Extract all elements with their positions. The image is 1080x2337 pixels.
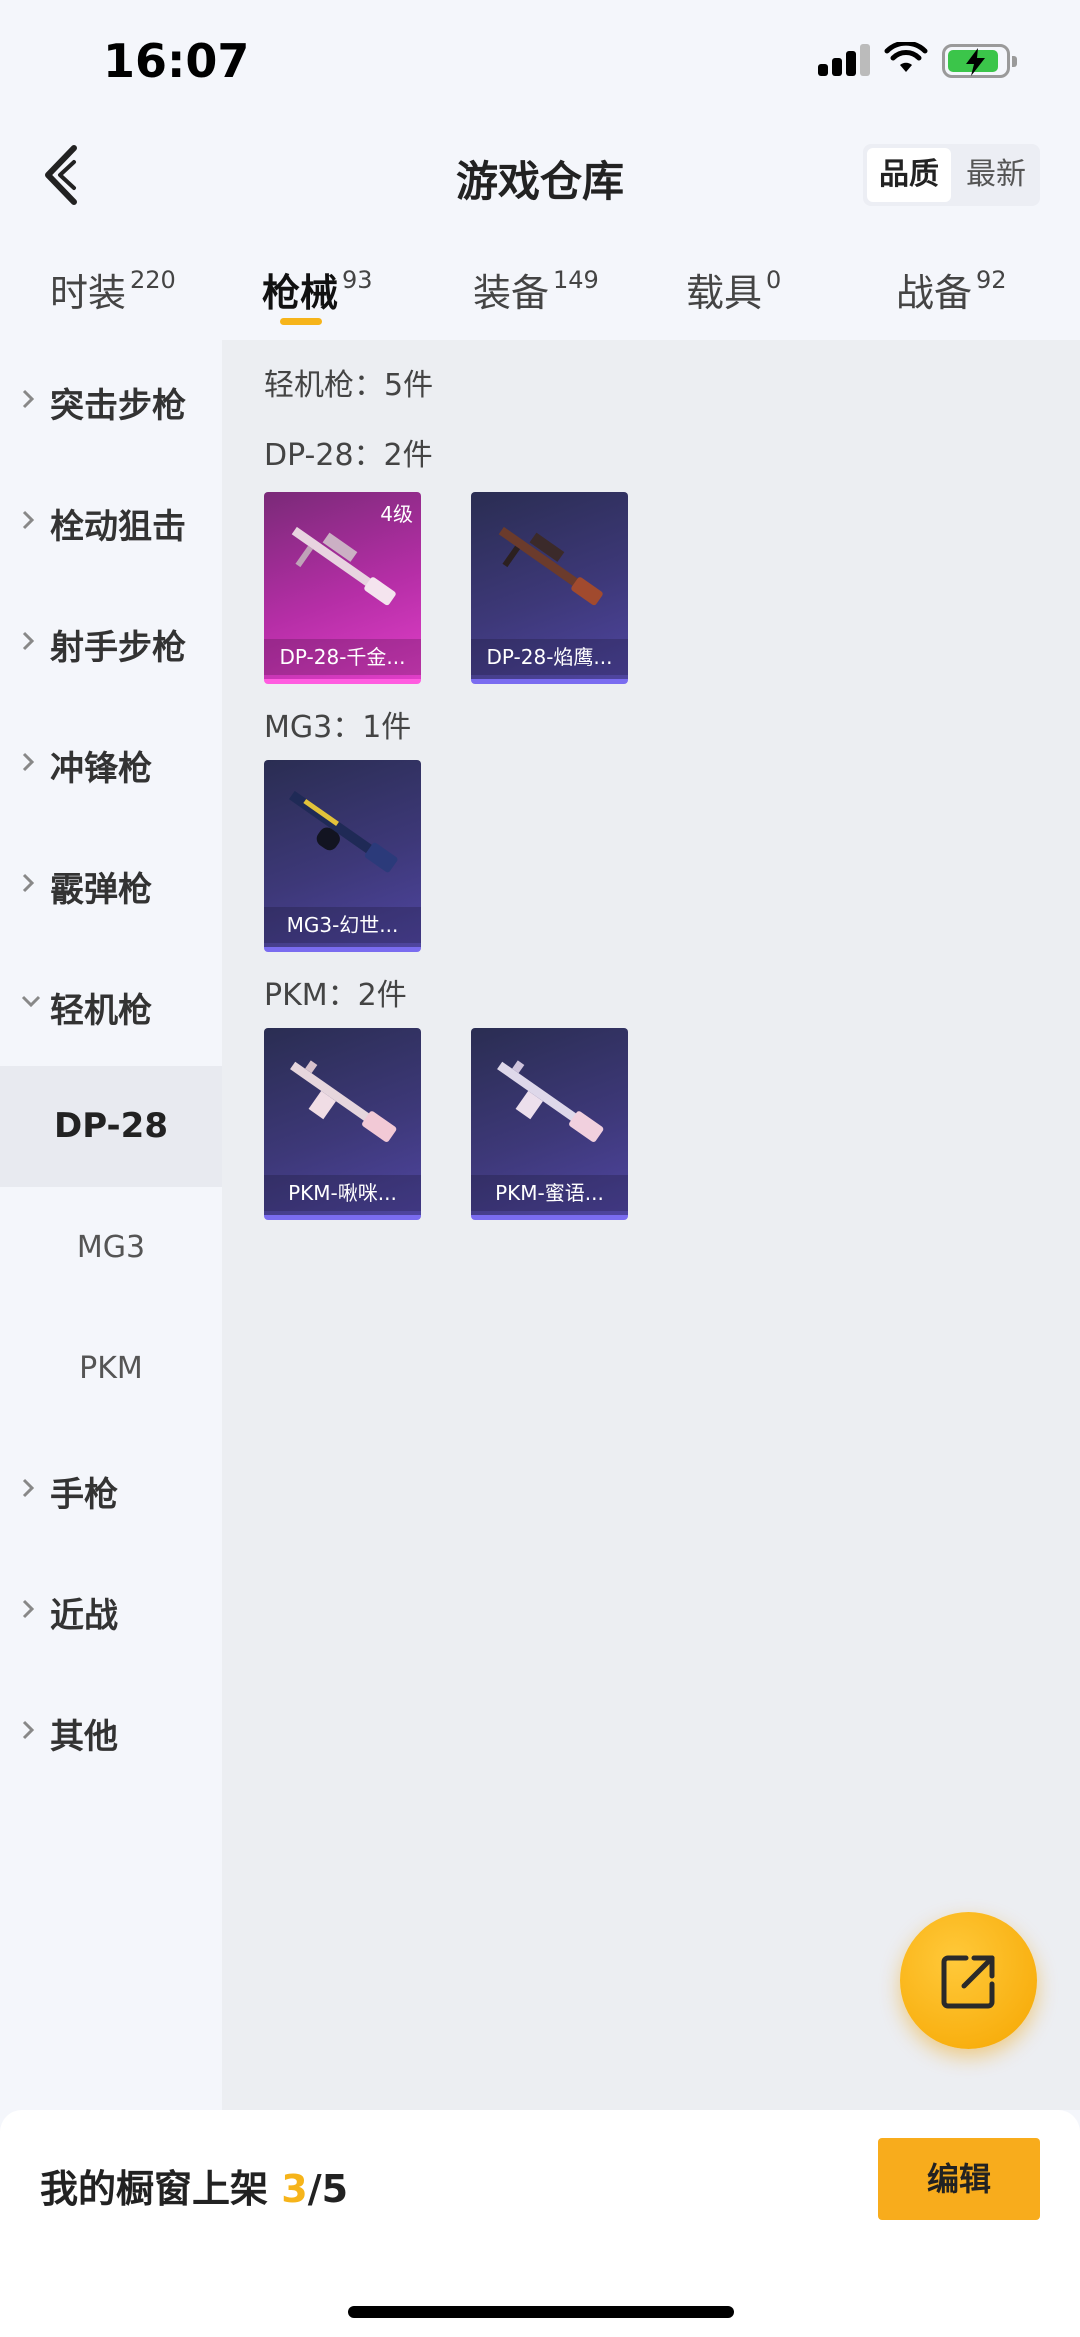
weapon-grid: 轻机枪：5件 DP-28：2件 4级 DP-28-千金... DP-28-焰鹰.… — [222, 340, 1080, 2110]
battery-icon — [942, 44, 1017, 78]
weapon-name: PKM-啾咪... — [264, 1175, 421, 1211]
edit-button[interactable]: 编辑 — [878, 2138, 1040, 2220]
group-title: DP-28：2件 — [264, 438, 433, 473]
sidebar-item-smg[interactable]: 冲锋枪 — [0, 703, 222, 824]
chevron-right-icon — [22, 389, 35, 409]
share-button[interactable] — [900, 1912, 1037, 2049]
sidebar-item-lmg[interactable]: 轻机枪 — [0, 945, 222, 1066]
tab-fashion[interactable]: 时装 220 — [50, 262, 176, 317]
group-title: PKM：2件 — [264, 978, 407, 1013]
weapon-category-sidebar: 突击步枪 栓动狙击 射手步枪 冲锋枪 霰弹枪 轻机枪 DP-28 MG3 PKM… — [0, 340, 222, 2110]
light-machine-gun-icon — [498, 526, 603, 606]
weapon-name: MG3-幻世... — [264, 907, 421, 943]
chevron-right-icon — [22, 1478, 35, 1498]
chevron-down-icon — [21, 995, 41, 1008]
chevron-right-icon — [22, 1599, 35, 1619]
weapon-card[interactable]: PKM-啾咪... — [264, 1028, 421, 1220]
chevron-right-icon — [22, 631, 35, 651]
chevron-right-icon — [22, 873, 35, 893]
share-icon — [941, 1955, 995, 2009]
sidebar-subitem-dp28[interactable]: DP-28 — [0, 1066, 222, 1187]
category-summary: 轻机枪：5件 — [264, 368, 434, 403]
light-machine-gun-icon — [289, 790, 398, 873]
sort-toggle: 品质 最新 — [863, 144, 1040, 206]
header: 游戏仓库 品质 最新 — [0, 130, 1080, 220]
weapon-name: DP-28-千金... — [264, 639, 421, 675]
sidebar-item-melee[interactable]: 近战 — [0, 1550, 222, 1671]
weapon-card[interactable]: DP-28-焰鹰... — [471, 492, 628, 684]
tab-firearms[interactable]: 枪械 93 — [262, 262, 373, 317]
sidebar-item-assault-rifle[interactable]: 突击步枪 — [0, 340, 222, 461]
status-time: 16:07 — [103, 34, 250, 88]
chevron-right-icon — [22, 752, 35, 772]
bottom-bar: 我的橱窗上架 3/5 编辑 — [0, 2110, 1080, 2337]
sidebar-item-shotgun[interactable]: 霰弹枪 — [0, 824, 222, 945]
group-title: MG3：1件 — [264, 710, 412, 745]
status-bar: 16:07 — [0, 0, 1080, 120]
tab-supplies[interactable]: 战备 92 — [896, 262, 1007, 317]
sidebar-item-other[interactable]: 其他 — [0, 1671, 222, 1792]
sidebar-item-marksman-rifle[interactable]: 射手步枪 — [0, 582, 222, 703]
weapon-name: DP-28-焰鹰... — [471, 639, 628, 675]
showcase-status: 我的橱窗上架 3/5 — [40, 2167, 349, 2211]
showcase-current-count: 3 — [281, 2167, 308, 2211]
weapon-card[interactable]: MG3-幻世... — [264, 760, 421, 952]
category-tabs: 时装 220 枪械 93 装备 149 载具 0 战备 92 — [0, 248, 1080, 338]
weapon-card[interactable]: PKM-蜜语... — [471, 1028, 628, 1220]
weapon-card[interactable]: 4级 DP-28-千金... — [264, 492, 421, 684]
wifi-icon — [884, 42, 928, 72]
sort-quality-button[interactable]: 品质 — [867, 148, 951, 202]
light-machine-gun-icon — [497, 1060, 604, 1142]
chevron-right-icon — [22, 510, 35, 530]
level-badge: 4级 — [380, 502, 413, 526]
tab-vehicles[interactable]: 载具 0 — [686, 262, 781, 317]
weapon-name: PKM-蜜语... — [471, 1175, 628, 1211]
light-machine-gun-icon — [290, 1060, 397, 1142]
sidebar-subitem-pkm[interactable]: PKM — [0, 1308, 222, 1429]
active-tab-indicator — [280, 318, 322, 325]
cellular-signal-icon — [818, 44, 872, 76]
chevron-right-icon — [22, 1720, 35, 1740]
sidebar-item-bolt-sniper[interactable]: 栓动狙击 — [0, 461, 222, 582]
sidebar-subitem-mg3[interactable]: MG3 — [0, 1187, 222, 1308]
sort-newest-button[interactable]: 最新 — [955, 144, 1037, 206]
sidebar-item-pistol[interactable]: 手枪 — [0, 1429, 222, 1550]
home-indicator — [348, 2306, 734, 2318]
tab-equipment[interactable]: 装备 149 — [473, 262, 599, 317]
